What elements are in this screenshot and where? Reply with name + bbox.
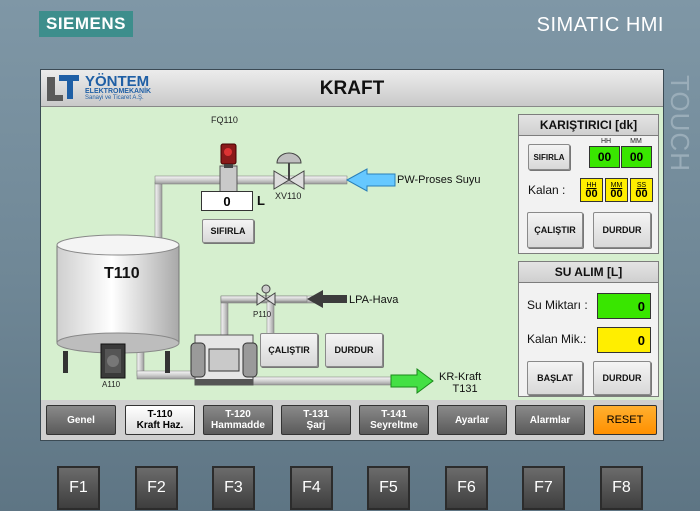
rem-hh-value: 00 — [585, 188, 598, 200]
outlet-label-line2: T131 — [452, 383, 478, 395]
tab-label: Ayarlar — [454, 414, 490, 426]
f3-key[interactable]: F3 — [212, 466, 255, 510]
flow-value-display: 0 — [201, 191, 253, 211]
motor-icon — [100, 343, 126, 379]
mixer-panel: KARIŞTIRICI [dk] SIFIRLA HH MM 00 00 Kal… — [518, 114, 659, 254]
process-area: FQ110 0 L SIFIRLA XV110 PW-Proses Suyu T… — [41, 107, 663, 400]
remaining-hours-display: HH 00 — [580, 178, 603, 202]
outlet-label: KR-Kraft T131 — [439, 371, 481, 395]
tab-sublabel: Şarj — [306, 420, 326, 431]
mixer-reset-button[interactable]: SIFIRLA — [528, 144, 570, 170]
water-amount-label: Su Miktarı : — [527, 298, 588, 312]
tab-sublabel: Kraft Haz. — [136, 420, 184, 431]
tab-t131[interactable]: T-131 Şarj — [281, 405, 351, 435]
tab-genel[interactable]: Genel — [46, 405, 116, 435]
water-start-button[interactable]: BAŞLAT — [527, 361, 583, 395]
pump-start-button[interactable]: ÇALIŞTIR — [260, 333, 318, 367]
outlet-arrow — [390, 368, 434, 394]
set-minutes-input[interactable]: 00 — [621, 146, 652, 168]
tab-label: Genel — [67, 414, 95, 426]
tab-alarmlar[interactable]: Alarmlar — [515, 405, 585, 435]
water-remaining-label: Kalan Mik.: — [527, 332, 587, 346]
tab-sublabel: Seyreltme — [370, 420, 418, 431]
remaining-label: Kalan : — [528, 183, 566, 197]
motor-tag: A110 — [102, 380, 121, 389]
rem-ss-value: 00 — [635, 188, 648, 200]
air-inlet-arrow — [307, 290, 347, 308]
f5-key[interactable]: F5 — [367, 466, 410, 510]
siemens-logo: SIEMENS — [39, 11, 133, 37]
remaining-minutes-display: MM 00 — [605, 178, 628, 202]
flow-meter-tag: FQ110 — [211, 115, 238, 125]
tab-label: Alarmlar — [529, 414, 571, 426]
water-stop-button[interactable]: DURDUR — [593, 361, 651, 395]
water-intake-panel: SU ALIM [L] Su Miktarı : 0 Kalan Mik.: 0… — [518, 261, 659, 397]
f7-key[interactable]: F7 — [522, 466, 565, 510]
touch-side-label: TOUCH — [665, 75, 695, 172]
water-amount-input[interactable]: 0 — [597, 293, 651, 319]
set-hh-label: HH — [600, 138, 612, 145]
f6-key[interactable]: F6 — [445, 466, 488, 510]
tab-label: T-120 — [225, 409, 251, 420]
f8-key[interactable]: F8 — [600, 466, 643, 510]
f4-key[interactable]: F4 — [290, 466, 333, 510]
water-source-label: PW-Proses Suyu — [397, 174, 481, 186]
title-bar: YÖNTEM ELEKTROMEKANİK Sanayi ve Ticaret … — [41, 70, 663, 107]
remaining-seconds-display: SS 00 — [630, 178, 653, 202]
air-valve-tag: P110 — [253, 310, 272, 319]
tab-t110[interactable]: T-110 Kraft Haz. — [125, 405, 195, 435]
mixer-stop-button[interactable]: DURDUR — [593, 212, 651, 248]
page-title: KRAFT — [319, 78, 385, 99]
tab-ayarlar[interactable]: Ayarlar — [437, 405, 507, 435]
tank-label: T110 — [104, 265, 140, 282]
water-panel-title: SU ALIM [L] — [519, 262, 658, 283]
tab-label: T-110 — [147, 409, 173, 420]
water-inlet-arrow — [345, 168, 396, 192]
tab-label: T-141 — [381, 409, 407, 420]
set-hours-input[interactable]: 00 — [589, 146, 620, 168]
pump-stop-button[interactable]: DURDUR — [325, 333, 383, 367]
mixer-panel-title: KARIŞTIRICI [dk] — [519, 115, 658, 136]
flow-reset-button[interactable]: SIFIRLA — [202, 219, 254, 243]
screen-navigation-bar: Genel T-110 Kraft Haz. T-120 Hammadde T-… — [41, 400, 663, 440]
tab-t141[interactable]: T-141 Seyreltme — [359, 405, 429, 435]
tab-sublabel: Hammadde — [211, 420, 265, 431]
flow-meter-icon — [219, 143, 238, 195]
diaphragm-pump-icon — [190, 334, 258, 386]
reset-label: RESET — [606, 413, 644, 426]
tab-t120[interactable]: T-120 Hammadde — [203, 405, 273, 435]
tab-label: T-131 — [303, 409, 329, 420]
flow-unit-label: L — [257, 193, 265, 208]
air-source-label: LPA-Hava — [349, 294, 399, 306]
air-valve-icon — [220, 284, 308, 306]
f1-key[interactable]: F1 — [57, 466, 100, 510]
outlet-label-line1: KR-Kraft — [439, 371, 482, 383]
hmi-screen: YÖNTEM ELEKTROMEKANİK Sanayi ve Ticaret … — [40, 69, 664, 441]
set-mm-label: MM — [630, 138, 642, 145]
f2-key[interactable]: F2 — [135, 466, 178, 510]
device-model-label: SIMATIC HMI — [536, 14, 664, 36]
water-remaining-display: 0 — [597, 327, 651, 353]
rem-mm-value: 00 — [610, 188, 623, 200]
valve-tag: XV110 — [275, 191, 302, 201]
mixer-start-button[interactable]: ÇALIŞTIR — [527, 212, 583, 248]
reset-button[interactable]: RESET — [593, 405, 657, 435]
